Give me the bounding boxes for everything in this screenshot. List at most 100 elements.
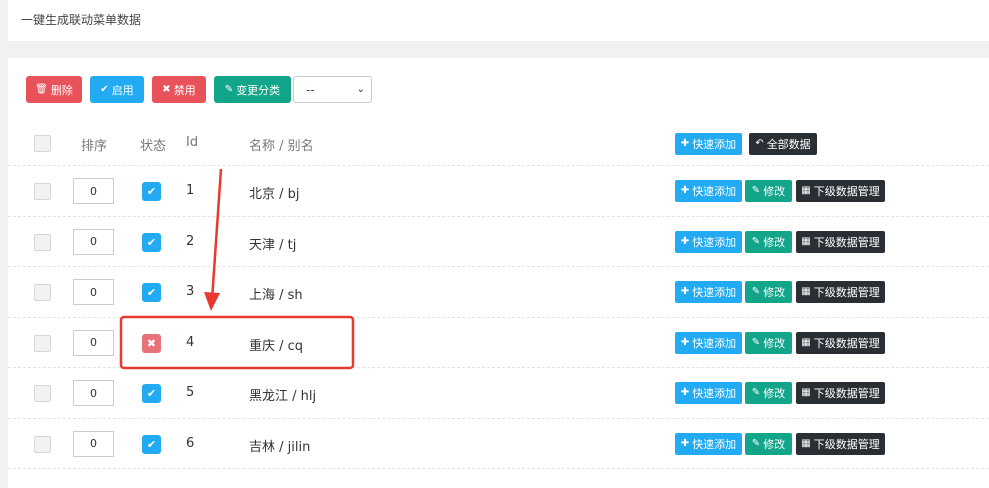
plus-icon: ✚ [680,387,690,398]
edit-icon: ✎ [751,235,761,247]
edit-label: 修改 [763,387,786,400]
table-icon: ▦ [801,387,811,398]
row-checkbox[interactable] [34,334,51,352]
status-toggle[interactable]: ✔ [142,283,161,302]
sort-input[interactable]: 0 [73,228,114,255]
row-checkbox[interactable] [34,385,51,402]
delete-button[interactable]: 🗑 删除 [26,76,82,103]
quick-add-label: 快速添加 [692,336,737,350]
table-header: 排序 状态 Id 名称 / 别名 ✚ 快速添加 ↶ 全部数据 [8,120,989,166]
status-toggle[interactable]: ✔ [142,232,161,252]
status-toggle[interactable]: ✖ [142,333,161,353]
row-id: 5 [186,385,195,400]
all-data-button[interactable]: ↶ 全部数据 [749,133,817,155]
plus-icon: ✚ [680,286,690,297]
change-category-label: 变更分类 [236,83,281,97]
sub-data-manage-button[interactable]: ▦ 下级数据管理 [796,230,885,253]
edit-label: 修改 [763,437,786,451]
sub-data-manage-label: 下级数据管理 [813,286,880,299]
check-icon: ✔ [146,235,157,249]
quick-add-button[interactable]: ✚ 快速添加 [675,432,742,455]
plus-icon: ✚ [680,437,690,449]
x-icon: ✖ [146,336,157,350]
sub-data-manage-button[interactable]: ▦ 下级数据管理 [796,281,885,303]
table-row: 0 ✖ 4 重庆 / cq ✚ 快速添加 ✎ 修改 ▦ 下级数据管理 [8,318,989,368]
sort-input[interactable]: 0 [73,430,114,457]
page-title: 一键生成联动菜单数据 [21,13,142,27]
quick-add-label: 快速添加 [692,286,737,299]
row-id: 4 [186,334,195,350]
edit-button[interactable]: ✎ 修改 [745,432,792,455]
row-checkbox[interactable] [34,284,51,301]
row-name: 吉林 / jilin [249,439,311,455]
sub-data-manage-label: 下级数据管理 [813,336,880,350]
quick-add-button[interactable]: ✚ 快速添加 [675,382,742,404]
sort-input[interactable]: 0 [73,178,114,204]
quick-add-label: 快速添加 [692,437,737,451]
enable-button-label: 启用 [111,83,134,97]
edit-button[interactable]: ✎ 修改 [745,180,792,202]
edit-button[interactable]: ✎ 修改 [745,281,792,303]
quick-add-button[interactable]: ✚ 快速添加 [675,230,742,253]
row-checkbox[interactable] [34,183,51,200]
table-row: 0 ✔ 3 上海 / sh ✚ 快速添加 ✎ 修改 ▦ 下级数据管理 [8,267,989,318]
edit-label: 修改 [763,336,786,350]
edit-label: 修改 [763,185,786,198]
disable-button[interactable]: ✖ 禁用 [152,76,206,103]
row-id: 3 [186,284,195,299]
disable-button-label: 禁用 [173,83,196,97]
row-name: 黑龙江 / hlj [249,389,317,404]
table-row: 0 ✔ 1 北京 / bj ✚ 快速添加 ✎ 修改 ▦ 下级数据管理 [8,166,989,217]
sub-data-manage-label: 下级数据管理 [813,387,880,400]
status-toggle[interactable]: ✔ [142,384,161,403]
table-icon: ▦ [801,437,811,449]
quick-add-button[interactable]: ✚ 快速添加 [675,281,742,303]
quick-add-button[interactable]: ✚ 快速添加 [675,180,742,202]
edit-button[interactable]: ✎ 修改 [745,331,792,354]
enable-button[interactable]: ✔ 启用 [90,76,144,103]
chevron-down-icon: ⌄ [356,84,365,95]
sort-input[interactable]: 0 [73,329,114,356]
status-toggle[interactable]: ✔ [142,434,161,454]
sub-data-manage-label: 下级数据管理 [813,437,880,451]
row-id: 6 [186,435,195,451]
row-name: 上海 / sh [249,288,303,303]
check-icon: ✔ [146,286,157,299]
status-toggle[interactable]: ✔ [142,182,161,201]
category-select-value: -- [306,82,315,97]
sub-data-manage-button[interactable]: ▦ 下级数据管理 [796,382,885,404]
sort-input[interactable]: 0 [73,380,114,406]
row-checkbox[interactable] [34,233,51,251]
header-quick-add-button[interactable]: ✚ 快速添加 [675,133,742,155]
sub-data-manage-button[interactable]: ▦ 下级数据管理 [796,331,885,354]
row-name: 重庆 / cq [249,338,304,354]
plus-icon: ✚ [680,235,690,247]
select-all-checkbox[interactable] [34,135,51,152]
sort-input[interactable]: 0 [73,279,114,305]
edit-label: 修改 [763,235,786,249]
table-row: 0 ✔ 6 吉林 / jilin ✚ 快速添加 ✎ 修改 ▦ 下级数据管理 [8,419,989,469]
table-row: 0 ✔ 2 天津 / tj ✚ 快速添加 ✎ 修改 ▦ 下级数据管理 [8,217,989,267]
check-circle-icon: ✔ [100,83,109,95]
toolbar: 🗑 删除 ✔ 启用 ✖ 禁用 ✎ 变更分类 -- ⌄ [26,76,372,103]
sub-data-manage-button[interactable]: ▦ 下级数据管理 [796,180,885,202]
header-panel: 一键生成联动菜单数据 [8,0,989,41]
check-icon: ✔ [146,387,157,400]
table-icon: ▦ [801,286,811,297]
sub-data-manage-button[interactable]: ▦ 下级数据管理 [796,432,885,455]
change-category-button[interactable]: ✎ 变更分类 [214,76,291,103]
row-checkbox[interactable] [34,435,51,453]
edit-icon: ✎ [224,83,234,95]
quick-add-button[interactable]: ✚ 快速添加 [675,331,742,354]
x-circle-icon: ✖ [162,83,171,95]
sub-data-manage-label: 下级数据管理 [813,235,880,249]
edit-button[interactable]: ✎ 修改 [745,230,792,253]
table-icon: ▦ [801,336,811,348]
row-id: 2 [186,233,195,249]
quick-add-label: 快速添加 [692,387,737,400]
trash-icon: 🗑 [35,83,48,95]
all-data-label: 全部数据 [766,138,811,151]
category-select[interactable]: -- ⌄ [293,76,372,103]
edit-icon: ✎ [751,387,761,398]
edit-button[interactable]: ✎ 修改 [745,382,792,404]
